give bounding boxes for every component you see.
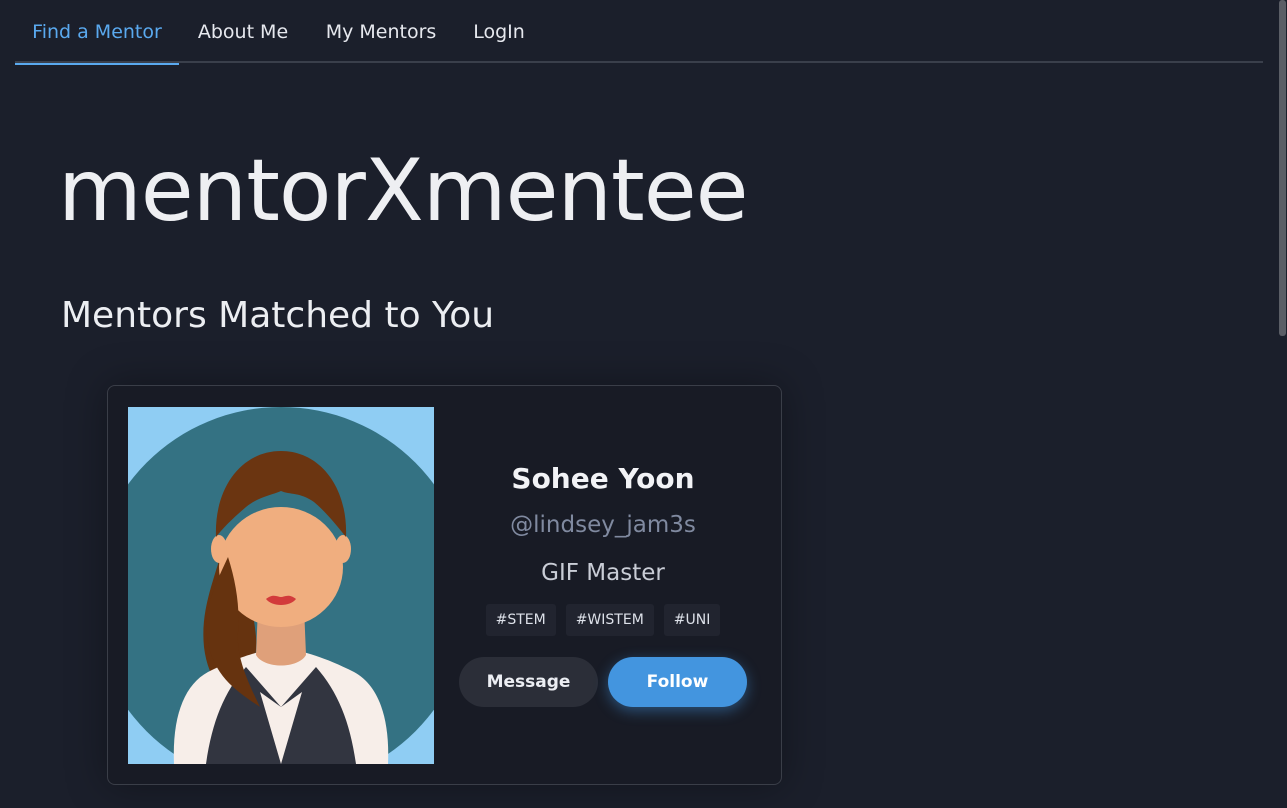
tab-find-a-mentor[interactable]: Find a Mentor: [15, 0, 179, 65]
tag-stem: #STEM: [485, 604, 556, 636]
mentor-name: Sohee Yoon: [511, 462, 695, 495]
mentor-card: Sohee Yoon @lindsey_jam3s GIF Master #ST…: [107, 385, 782, 785]
tag-list: #STEM #WISTEM #UNI: [448, 604, 758, 636]
mentor-info: Sohee Yoon @lindsey_jam3s GIF Master #ST…: [448, 456, 758, 707]
tab-label: LogIn: [473, 20, 525, 43]
message-button[interactable]: Message: [459, 657, 598, 707]
tab-label: My Mentors: [325, 20, 437, 43]
tab-label: Find a Mentor: [32, 20, 162, 43]
active-tab-indicator: [15, 63, 179, 65]
app-title: mentorXmentee: [58, 141, 749, 241]
follow-button[interactable]: Follow: [608, 657, 747, 707]
top-nav: Find a Mentor About Me My Mentors LogIn: [15, 0, 1263, 65]
tab-my-mentors[interactable]: My Mentors: [307, 0, 455, 63]
section-title: Mentors Matched to You: [61, 295, 495, 336]
tag-wistem: #WISTEM: [565, 604, 654, 636]
mentor-handle: @lindsey_jam3s: [510, 512, 696, 538]
vertical-scrollbar[interactable]: [1277, 0, 1287, 808]
scrollbar-thumb[interactable]: [1279, 0, 1286, 336]
mentor-role: GIF Master: [541, 560, 665, 586]
card-actions: Message Follow: [448, 657, 758, 707]
tab-about-me[interactable]: About Me: [179, 0, 307, 63]
tag-uni: #UNI: [663, 604, 721, 636]
tab-login[interactable]: LogIn: [455, 0, 543, 63]
page: Find a Mentor About Me My Mentors LogIn …: [0, 0, 1287, 808]
tab-label: About Me: [197, 20, 289, 43]
woman-avatar-icon: [128, 407, 434, 764]
